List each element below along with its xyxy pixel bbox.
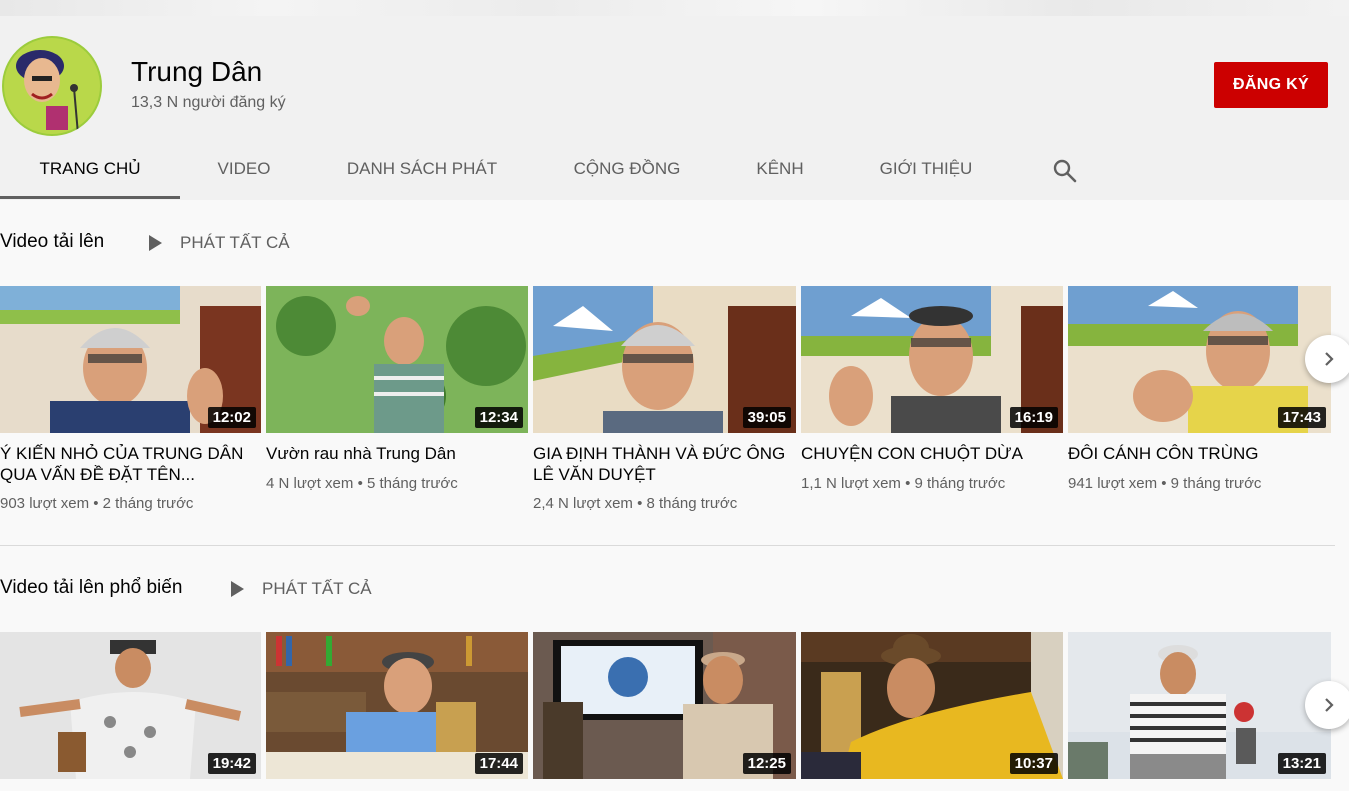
video-duration: 19:42 [207,753,256,774]
video-thumbnail[interactable]: 12:34 [266,286,528,433]
carousel-next-button[interactable] [1305,335,1349,383]
video-meta: 903 lượt xem • 2 tháng trước [0,495,194,512]
video-thumbnail[interactable]: 13:21 [1068,632,1331,779]
view-count: 941 lượt xem [1068,475,1158,492]
video-duration: 17:44 [474,753,523,774]
upload-age: 2 tháng trước [102,495,194,512]
view-count: 903 lượt xem [0,495,90,512]
upload-age: 9 tháng trước [1170,475,1262,492]
carousel-next-button[interactable] [1305,681,1349,729]
subscribe-button[interactable]: ĐĂNG KÝ [1214,62,1328,108]
video-meta: 4 N lượt xem • 5 tháng trước [266,475,458,492]
tab-home[interactable]: TRANG CHỦ [0,146,180,199]
play-all-popular[interactable]: PHÁT TẤT CẢ [231,579,372,599]
video-title[interactable]: Vườn rau nhà Trung Dân [266,443,528,464]
video-duration: 17:43 [1277,407,1326,428]
channel-header: Trung Dân 13,3 N người đăng ký ĐĂNG KÝ T… [0,16,1349,200]
channel-tabs: TRANG CHỦ VIDEO DANH SÁCH PHÁT CỘNG ĐỒNG… [0,146,1349,200]
section-title-popular: Video tải lên phổ biến [0,577,183,598]
video-thumbnail[interactable]: 16:19 [801,286,1063,433]
upload-age: 5 tháng trước [367,475,458,492]
view-count: 2,4 N lượt xem [533,495,633,512]
tab-channels[interactable]: KÊNH [746,146,814,199]
section-title-uploads: Video tải lên [0,231,105,252]
video-duration: 39:05 [742,407,791,428]
video-duration: 12:02 [207,407,256,428]
video-thumbnail[interactable]: 10:37 [801,632,1063,779]
video-thumbnail[interactable]: 12:25 [533,632,796,779]
video-duration: 12:25 [742,753,791,774]
video-thumbnail[interactable]: 17:43 [1068,286,1331,433]
video-title[interactable]: CHUYỆN CON CHUỘT DỪA [801,443,1063,464]
chevron-right-icon [1325,698,1334,712]
subscriber-count: 13,3 N người đăng ký [131,94,286,111]
play-icon [231,581,244,597]
tab-about[interactable]: GIỚI THIỆU [872,146,980,199]
play-all-label: PHÁT TẤT CẢ [180,233,290,252]
section-divider [0,545,1335,546]
video-meta: 941 lượt xem • 9 tháng trước [1068,475,1262,492]
tab-playlists[interactable]: DANH SÁCH PHÁT [336,146,508,199]
channel-avatar[interactable] [2,36,102,136]
video-thumbnail[interactable]: 39:05 [533,286,796,433]
play-all-label: PHÁT TẤT CẢ [262,579,372,598]
video-duration: 13:21 [1277,753,1326,774]
video-meta: 2,4 N lượt xem • 8 tháng trước [533,495,738,512]
play-all-uploads[interactable]: PHÁT TẤT CẢ [149,233,290,253]
video-title[interactable]: Ý KIẾN NHỎ CỦA TRUNG DÂN QUA VẤN ĐỀ ĐẶT … [0,443,262,485]
play-icon [149,235,162,251]
channel-name[interactable]: Trung Dân [131,56,262,88]
video-title[interactable]: GIA ĐỊNH THÀNH VÀ ĐỨC ÔNG LÊ VĂN DUYỆT [533,443,795,485]
chevron-right-icon [1325,352,1334,366]
video-duration: 12:34 [474,407,523,428]
search-icon[interactable] [1052,158,1078,184]
upload-age: 9 tháng trước [914,475,1006,492]
tab-community[interactable]: CỘNG ĐỒNG [566,146,688,199]
video-title[interactable]: ĐÔI CÁNH CÔN TRÙNG [1068,443,1330,464]
upload-age: 8 tháng trước [646,495,738,512]
video-meta: 1,1 N lượt xem • 9 tháng trước [801,475,1006,492]
channel-banner [0,0,1349,16]
view-count: 1,1 N lượt xem [801,475,901,492]
video-thumbnail[interactable]: 19:42 [0,632,261,779]
video-thumbnail[interactable]: 17:44 [266,632,528,779]
video-thumbnail[interactable]: 12:02 [0,286,261,433]
tab-videos[interactable]: VIDEO [204,146,284,199]
video-duration: 16:19 [1009,407,1058,428]
view-count: 4 N lượt xem [266,475,354,492]
video-duration: 10:37 [1009,753,1058,774]
